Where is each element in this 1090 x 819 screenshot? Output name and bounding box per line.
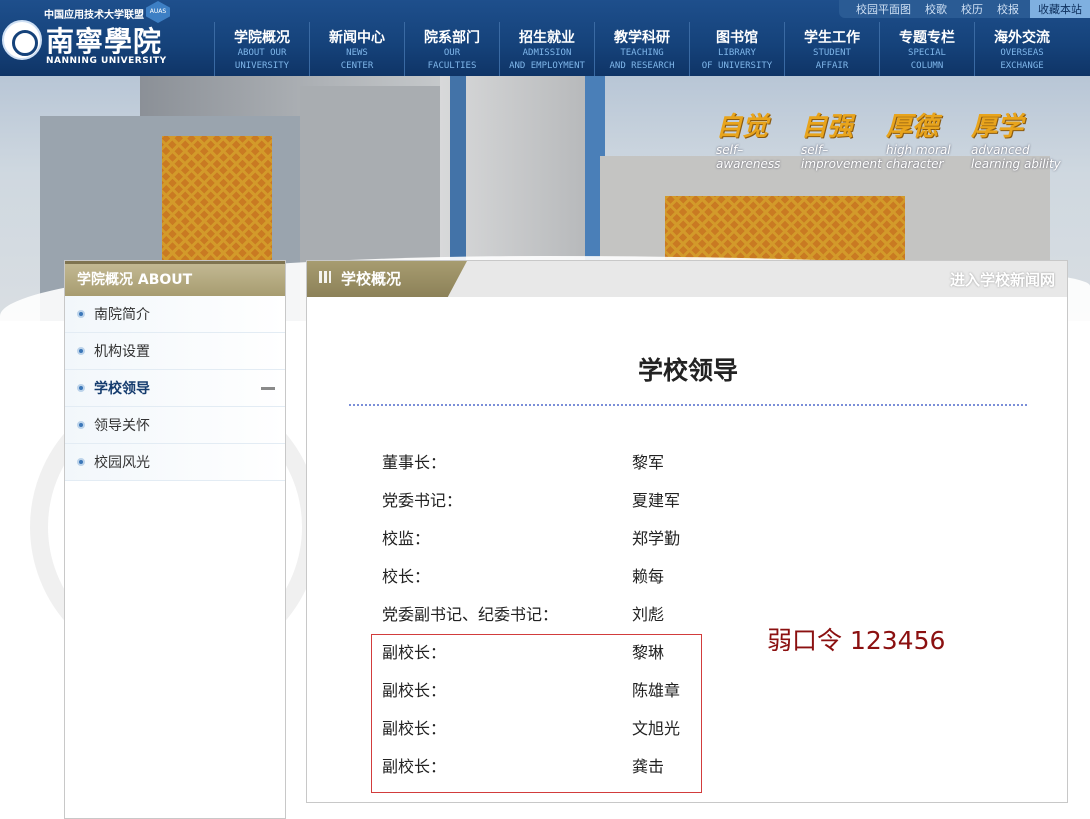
bullet-icon <box>77 310 85 318</box>
top-links-bar: 校园平面图 校歌 校历 校报 收藏本站 <box>839 0 1090 18</box>
news-site-link[interactable]: 进入学校新闻网 <box>950 269 1055 290</box>
motto-english: high moral character <box>886 143 951 171</box>
sidebar-item-label: 领导关怀 <box>94 418 150 434</box>
content-tab-title: 学校概况 <box>341 270 402 288</box>
nav-item[interactable]: 招生就业 ADMISSION AND EMPLOYMENT <box>499 22 594 76</box>
sidebar-item-label: 机构设置 <box>94 344 150 360</box>
leader-name: 刘彪 <box>632 605 665 624</box>
motto: 自强 self– improvement <box>801 106 886 171</box>
nav-item[interactable]: 图书馆 LIBRARY OF UNIVERSITY <box>689 22 784 76</box>
motto-text: 厚德 <box>886 112 939 142</box>
nav-item[interactable]: 院系部门 OUR FACULTIES <box>404 22 499 76</box>
content-tab: 学校概况 <box>307 261 467 297</box>
motto-list: 自觉 self– awareness 自强 self– improvement 厚德 hi… <box>716 106 1061 171</box>
nav-item[interactable]: 学院概况 ABOUT OUR UNIVERSITY <box>214 22 309 76</box>
motto-text: 自觉 <box>716 112 769 142</box>
lattice-decoration <box>665 196 905 266</box>
leader-role: 党委书记： <box>382 491 463 510</box>
leader-role: 董事长： <box>382 453 447 472</box>
nav-item-english: NEWS CENTER <box>340 48 374 71</box>
leader-row: 党委书记： 夏建军 <box>382 487 742 525</box>
sidebar-item-label: 南院简介 <box>94 307 150 323</box>
nav-item-label: 院系部门 <box>424 30 480 46</box>
logo[interactable]: 中国应用技术大学联盟 AUAS 南寧學院 NANNING UNIVERSITY <box>0 0 222 76</box>
content-panel: 学校概况 进入学校新闻网 学校领导 董事长： 黎军党委书记： 夏建军校监： 郑学勤校长… <box>306 260 1068 803</box>
leader-name: 夏建军 <box>632 491 681 510</box>
weak-password-annotation: 弱口令 123456 <box>767 621 945 657</box>
nav-item[interactable]: 专题专栏 SPECIAL COLUMN <box>879 22 974 76</box>
leader-role: 党委副书记、纪委书记： <box>382 605 559 624</box>
nav-item-label: 学院概况 <box>234 30 290 46</box>
weak-password-value: 123456 <box>849 626 946 655</box>
bullet-icon <box>77 347 85 355</box>
motto: 自觉 self– awareness <box>716 106 801 171</box>
sidebar-item[interactable]: 南院简介 <box>65 296 285 333</box>
nav-item[interactable]: 新闻中心 NEWS CENTER <box>309 22 404 76</box>
nav-item-label: 图书馆 <box>716 30 758 46</box>
highlight-box <box>371 634 702 793</box>
bullet-icon <box>77 384 85 392</box>
nav-item-english: LIBRARY OF UNIVERSITY <box>701 48 773 71</box>
motto-english: advanced learning ability <box>971 143 1061 171</box>
sidebar-title: 学院概况 ABOUT <box>65 261 285 296</box>
motto: 厚德 high moral character <box>886 106 971 171</box>
leader-name: 黎军 <box>632 453 665 472</box>
grid-icon <box>319 271 331 283</box>
university-emblem-icon <box>2 20 42 60</box>
bullet-icon <box>77 458 85 466</box>
motto: 厚学 advanced learning ability <box>971 106 1061 171</box>
main-nav: 学院概况 ABOUT OUR UNIVERSITY 新闻中心 NEWS CENTER 院… <box>214 22 1069 76</box>
divider <box>349 404 1027 407</box>
nav-item-english: ADMISSION AND EMPLOYMENT <box>509 48 585 71</box>
sidebar: 学院概况 ABOUT 南院简介机构设置学校领导领导关怀校园风光 <box>64 260 286 819</box>
school-name: 南寧學院 <box>46 25 163 58</box>
sidebar-item-label: 校园风光 <box>94 455 150 471</box>
alliance-text: 中国应用技术大学联盟 <box>44 10 144 21</box>
nav-item-english: OUR FACULTIES <box>427 48 477 71</box>
nav-item-english: STUDENT AFFAIR <box>813 48 851 71</box>
leader-role: 校长： <box>382 567 431 586</box>
site-header: 中国应用技术大学联盟 AUAS 南寧學院 NANNING UNIVERSITY … <box>0 0 1090 76</box>
nav-item-label: 学生工作 <box>804 30 860 46</box>
nav-item-english: OVERSEAS EXCHANGE <box>1000 48 1044 71</box>
active-indicator-icon <box>261 387 275 390</box>
nav-item-label: 海外交流 <box>994 30 1050 46</box>
nav-item-english: TEACHING AND RESEARCH <box>609 48 675 71</box>
bullet-icon <box>77 421 85 429</box>
school-paper-link[interactable]: 校报 <box>990 1 1026 17</box>
motto-english: self– improvement <box>801 143 882 171</box>
content-header: 学校概况 进入学校新闻网 <box>307 261 1067 297</box>
leader-name: 赖每 <box>632 567 665 586</box>
sidebar-list: 南院简介机构设置学校领导领导关怀校园风光 <box>65 296 285 481</box>
bookmark-link[interactable]: 收藏本站 <box>1030 0 1090 18</box>
page-title: 学校领导 <box>637 356 738 385</box>
nav-item-english: ABOUT OUR UNIVERSITY <box>234 48 290 71</box>
nav-item[interactable]: 学生工作 STUDENT AFFAIR <box>784 22 879 76</box>
nav-item-english: SPECIAL COLUMN <box>908 48 946 71</box>
motto-english: self– awareness <box>716 143 781 171</box>
school-english-name: NANNING UNIVERSITY <box>46 56 167 66</box>
nav-item-label: 专题专栏 <box>899 30 955 46</box>
leader-row: 校监： 郑学勤 <box>382 525 742 563</box>
nav-item-label: 新闻中心 <box>329 30 385 46</box>
leader-role: 校监： <box>382 529 431 548</box>
leader-row: 董事长： 黎军 <box>382 449 742 487</box>
sidebar-item[interactable]: 校园风光 <box>65 444 285 481</box>
sidebar-item[interactable]: 机构设置 <box>65 333 285 370</box>
motto-text: 厚学 <box>971 112 1024 142</box>
campus-map-link[interactable]: 校园平面图 <box>849 1 918 17</box>
leader-row: 校长： 赖每 <box>382 563 742 601</box>
nav-item-label: 教学科研 <box>614 30 670 46</box>
sidebar-item-label: 学校领导 <box>94 381 150 397</box>
nav-item[interactable]: 教学科研 TEACHING AND RESEARCH <box>594 22 689 76</box>
motto-text: 自强 <box>801 112 854 142</box>
sidebar-item[interactable]: 领导关怀 <box>65 407 285 444</box>
leader-name: 郑学勤 <box>632 529 681 548</box>
school-song-link[interactable]: 校歌 <box>918 1 954 17</box>
weak-password-label: 弱口令 <box>767 626 843 655</box>
nav-item-label: 招生就业 <box>519 30 575 46</box>
calendar-link[interactable]: 校历 <box>954 1 990 17</box>
nav-item[interactable]: 海外交流 OVERSEAS EXCHANGE <box>974 22 1069 76</box>
sidebar-item[interactable]: 学校领导 <box>65 370 285 407</box>
